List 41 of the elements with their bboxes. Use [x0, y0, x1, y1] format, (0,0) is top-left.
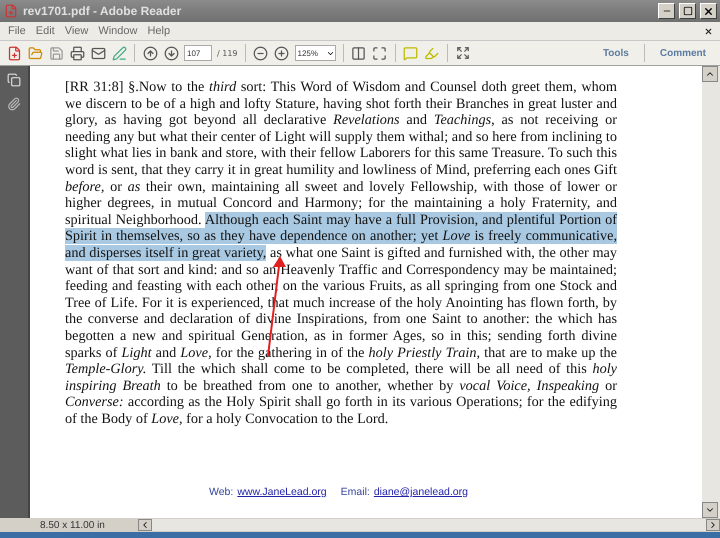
pdf-icon: [3, 3, 19, 19]
menu-item[interactable]: Edit: [32, 25, 59, 37]
menu-item[interactable]: File: [4, 25, 30, 37]
close-button[interactable]: [700, 3, 717, 19]
scroll-up-button[interactable]: [702, 66, 718, 82]
next-page-icon[interactable]: [163, 45, 179, 61]
zoom-dropdown[interactable]: 125%: [294, 45, 336, 61]
menu-item[interactable]: Window: [94, 25, 142, 37]
web-label: Web:: [209, 486, 234, 498]
expand-icon[interactable]: [454, 45, 471, 61]
zoom-out-icon[interactable]: [252, 45, 269, 61]
comment-tab[interactable]: Comment: [652, 48, 714, 58]
previous-page-icon[interactable]: [142, 45, 158, 61]
website-link[interactable]: www.JaneLead.org: [237, 486, 327, 498]
paperclip-icon[interactable]: [6, 96, 22, 112]
maximize-button[interactable]: [679, 3, 696, 19]
page-size: 8.50 x 11.00 in: [40, 520, 106, 530]
print-icon[interactable]: [69, 45, 85, 61]
email-label: Email:: [340, 486, 370, 498]
maximize-icon: [682, 6, 692, 16]
page-count: / 119: [217, 48, 238, 58]
create-pdf-icon[interactable]: [6, 45, 22, 61]
scroll-right-button[interactable]: [706, 519, 720, 531]
open-icon[interactable]: [27, 45, 43, 61]
fit-width-icon[interactable]: [372, 45, 388, 61]
scroll-left-button[interactable]: [138, 519, 152, 531]
zoom-in-icon[interactable]: [274, 45, 290, 61]
tools-tab[interactable]: Tools: [594, 48, 637, 58]
email-link[interactable]: diane@janelead.org: [374, 486, 468, 498]
menu-item[interactable]: View: [60, 25, 92, 37]
minimize-button[interactable]: [658, 3, 675, 19]
horizontal-scrollbar[interactable]: [138, 519, 720, 531]
page-number-field[interactable]: 107: [184, 45, 212, 61]
close-icon: [703, 6, 714, 16]
mail-icon[interactable]: [90, 45, 106, 61]
scroll-down-button[interactable]: [702, 502, 718, 518]
window-title: rev1701.pdf - Adobe Reader: [23, 4, 182, 18]
vertical-scrollbar[interactable]: [702, 66, 720, 518]
pages-icon[interactable]: [6, 72, 22, 88]
fit-page-icon[interactable]: [350, 45, 367, 61]
menu-item[interactable]: Help: [143, 25, 174, 37]
